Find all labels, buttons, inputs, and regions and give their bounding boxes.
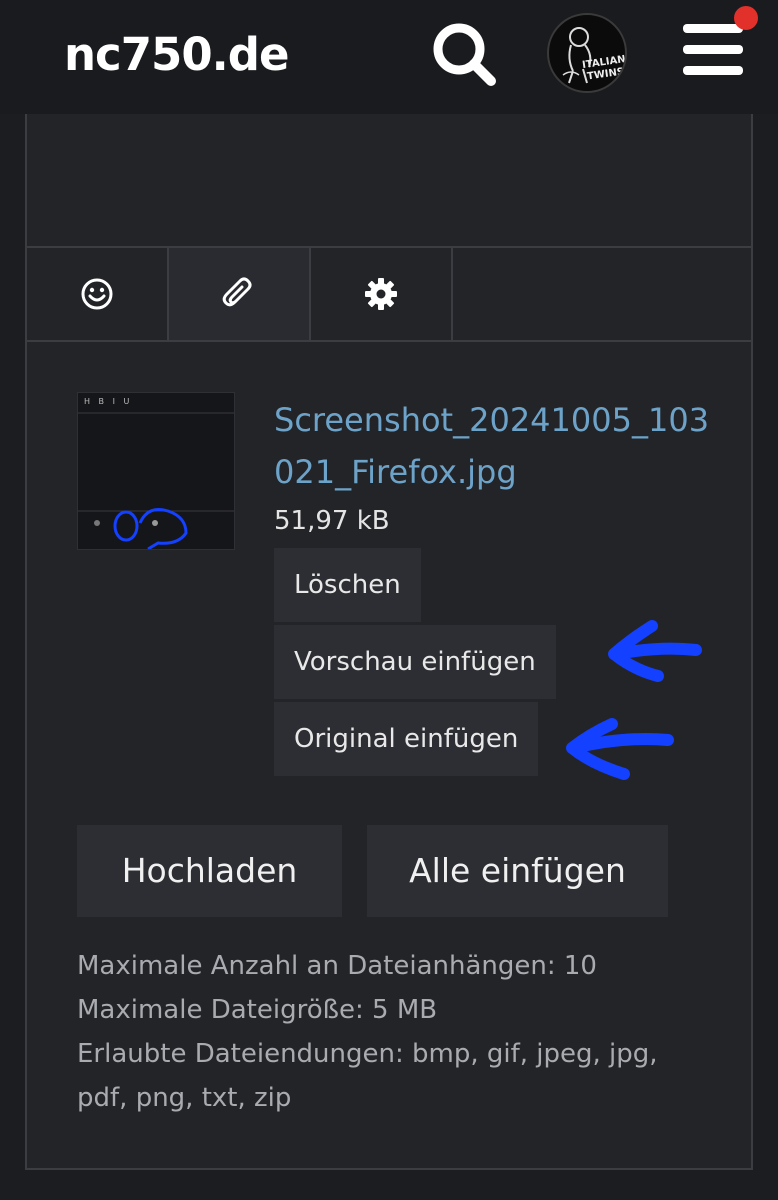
settings-button[interactable] xyxy=(311,248,453,340)
max-file-size-text: Maximale Dateigröße: 5 MB xyxy=(77,995,438,1025)
site-logo[interactable]: nc750.de xyxy=(64,28,289,81)
annotation-arrow-icon xyxy=(566,718,674,780)
menu-button[interactable] xyxy=(680,24,746,80)
top-bar: nc750.de ITALIAN TWINS xyxy=(0,0,778,114)
annotation-arrow-icon xyxy=(608,620,702,682)
attachment-file-name[interactable]: Screenshot_20241005_103021_Firefox.jpg xyxy=(274,394,714,498)
notification-dot xyxy=(734,6,758,30)
attachment-button[interactable] xyxy=(169,248,311,340)
max-attachments-text: Maximale Anzahl an Dateianhängen: 10 xyxy=(77,951,597,981)
allowed-extensions-text: Erlaubte Dateiendungen: bmp, gif, jpeg, … xyxy=(77,1039,658,1113)
insert-all-button[interactable]: Alle einfügen xyxy=(367,825,668,917)
insert-preview-button[interactable]: Vorschau einfügen xyxy=(274,625,556,699)
editor-toolbar xyxy=(27,248,751,342)
paperclip-icon xyxy=(222,277,252,307)
emoji-button[interactable] xyxy=(27,248,169,340)
editor-text-area[interactable] xyxy=(27,114,751,248)
search-icon xyxy=(433,23,496,86)
attachment-file-size: 51,97 kB xyxy=(274,506,390,536)
menu-icon xyxy=(683,24,743,33)
attachment-thumbnail[interactable]: H B I U xyxy=(77,392,235,550)
upload-limits: Maximale Anzahl an Dateianhängen: 10 Max… xyxy=(77,944,707,1120)
insert-original-button[interactable]: Original einfügen xyxy=(274,702,539,776)
upload-button[interactable]: Hochladen xyxy=(77,825,342,917)
delete-button[interactable]: Löschen xyxy=(274,548,421,622)
avatar[interactable]: ITALIAN TWINS xyxy=(547,13,627,93)
search-button[interactable] xyxy=(428,18,500,90)
thumbnail-image xyxy=(78,412,234,549)
toolbar-empty-area xyxy=(453,248,751,340)
smiley-icon xyxy=(81,278,113,310)
gear-icon xyxy=(365,278,397,310)
